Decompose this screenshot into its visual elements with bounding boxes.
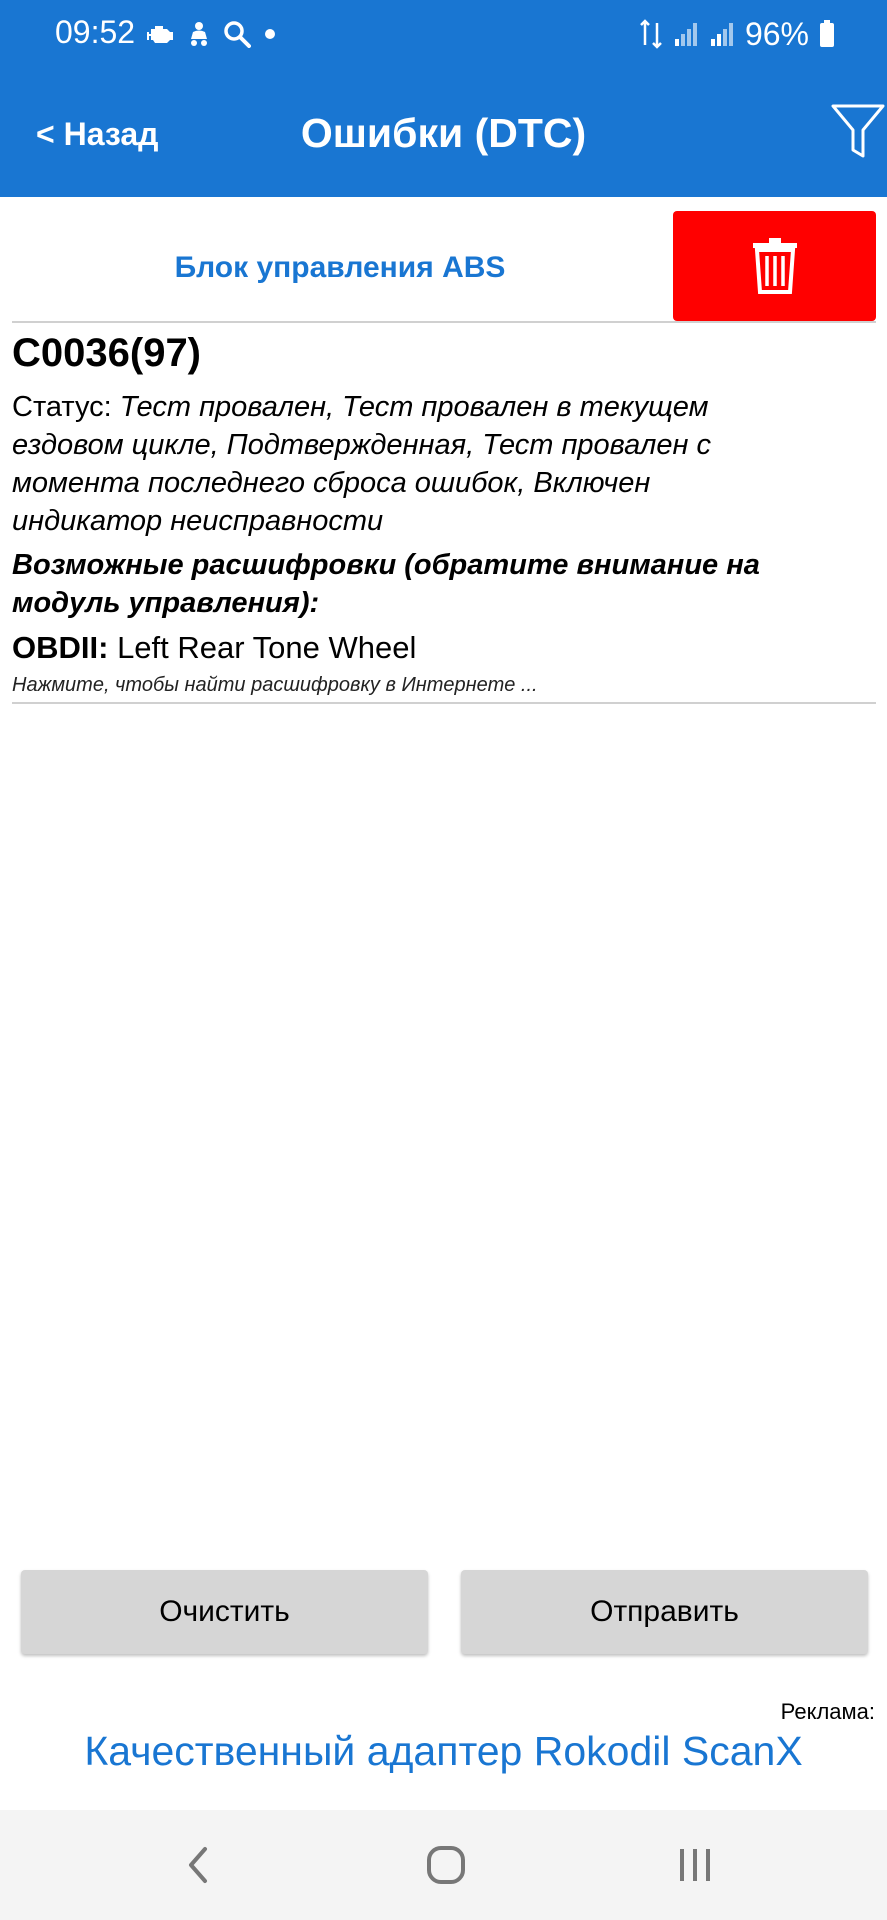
back-icon [189,1847,207,1883]
status-right-icons: 96% [639,14,835,54]
recents-icon [680,1849,710,1881]
filter-button[interactable] [830,102,886,162]
module-row: Блок управления ABS [0,197,887,323]
trash-icon [752,238,797,294]
battery-icon [820,20,834,47]
system-nav-bar [0,1810,887,1920]
dtc-code: C0036(97) [12,331,202,375]
dtc-entry[interactable]: C0036(97) Статус: Тест провален, Тест пр… [12,330,876,697]
app-bar: < Назад Ошибки (DTC) [0,68,887,197]
signal-icon [674,23,697,46]
module-name[interactable]: Блок управления ABS [0,251,680,285]
hints-title: Возможные расшифровки (обратите внимание… [12,549,760,619]
status-value: Тест провален, Тест провален в текущем е… [12,391,711,537]
dot-icon [265,29,275,39]
home-icon [427,1846,465,1884]
obd-label: OBDII: [12,630,109,665]
ad-label: Реклама: [780,1699,875,1724]
status-label: Статус: [12,391,112,423]
dtc-status: Статус: Тест провален, Тест провален в т… [12,388,752,540]
filter-icon [831,104,885,158]
battery-percent: 96% [744,15,809,52]
divider [12,702,876,704]
delete-button[interactable] [673,211,876,321]
send-button[interactable]: Отправить [461,1570,868,1654]
divider [12,321,876,323]
header: 09:52 96% < Назад Ошибки (DTC) [0,0,887,197]
nav-back-button[interactable] [168,1840,228,1890]
obd-value: Left Rear Tone Wheel [117,630,417,665]
clear-button[interactable]: Очистить [21,1570,428,1654]
data-arrows-icon [640,19,662,49]
search-icon [224,21,251,48]
page-title: Ошибки (DTC) [300,110,587,156]
status-bar: 09:52 96% [0,0,887,68]
ad-link[interactable]: Качественный адаптер Rokodil ScanX [0,1728,887,1775]
nav-recents-button[interactable] [665,1840,725,1890]
status-time: 09:52 [55,14,136,50]
engine-icon [147,26,173,43]
signal-icon [710,23,733,46]
stroller-icon [191,22,207,46]
nav-home-button[interactable] [416,1840,476,1890]
status-left-icons [147,18,277,50]
obd-description: OBDII: Left Rear Tone Wheel [12,628,876,668]
search-hint-link[interactable]: Нажмите, чтобы найти расшифровку в Интер… [12,674,876,697]
